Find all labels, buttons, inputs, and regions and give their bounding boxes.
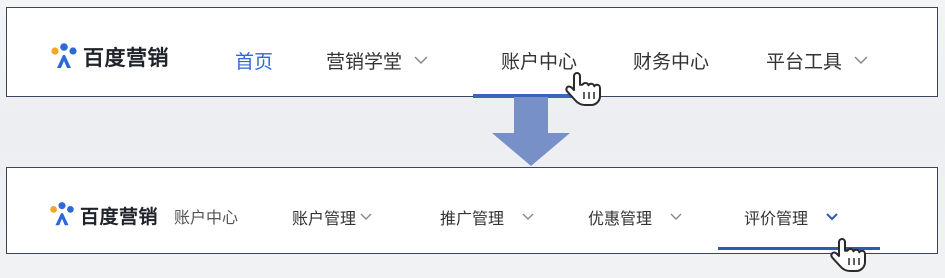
chevron-down-icon bbox=[360, 213, 372, 220]
chevron-down-icon bbox=[670, 213, 682, 220]
section-title: 账户中心 bbox=[174, 208, 239, 227]
nav-item-discount-management[interactable]: 优惠管理 bbox=[588, 205, 682, 229]
nav-item-platform-tools[interactable]: 平台工具 bbox=[766, 47, 868, 74]
baidu-marketing-logo-icon bbox=[51, 43, 77, 68]
nav-item-home[interactable]: 首页 bbox=[235, 47, 273, 74]
nav-item-label: 平台工具 bbox=[766, 51, 843, 73]
logo-text: 百度营销 bbox=[80, 205, 159, 228]
top-logo[interactable]: 百度营销 bbox=[49, 42, 169, 72]
arrow-head bbox=[492, 133, 570, 166]
nav-item-account-management[interactable]: 账户管理 bbox=[292, 205, 372, 229]
chevron-down-icon bbox=[826, 213, 838, 221]
nav-item-label: 财务中心 bbox=[633, 51, 710, 73]
nav-item-label: 优惠管理 bbox=[588, 209, 653, 228]
bottom-logo[interactable]: 百度营销 bbox=[48, 201, 158, 229]
nav-item-label: 营销学堂 bbox=[326, 51, 403, 73]
baidu-marketing-logo-icon bbox=[50, 202, 74, 226]
nav-item-finance-center[interactable]: 财务中心 bbox=[633, 47, 709, 74]
top-nav-bar: 百度营销 首页 营销学堂 账户中心 财务中心 平台工具 bbox=[6, 7, 938, 97]
hand-pointer-icon bbox=[565, 72, 601, 106]
logo-text: 百度营销 bbox=[83, 46, 169, 70]
nav-item-review-management[interactable]: 评价管理 bbox=[744, 205, 838, 229]
nav-item-promotion-management[interactable]: 推广管理 bbox=[440, 205, 534, 229]
nav-item-label: 账户管理 bbox=[292, 209, 357, 228]
nav-item-label: 推广管理 bbox=[440, 209, 505, 228]
nav-item-label: 首页 bbox=[235, 51, 274, 73]
nav-item-marketing-school[interactable]: 营销学堂 bbox=[326, 47, 428, 74]
arrow-shaft bbox=[514, 97, 548, 135]
nav-item-label: 评价管理 bbox=[744, 209, 809, 228]
chevron-down-icon bbox=[854, 56, 868, 65]
account-center-nav-bar: 百度营销 账户中心 账户管理 推广管理 优惠管理 评价管理 bbox=[6, 167, 938, 254]
hand-pointer-icon bbox=[830, 238, 866, 272]
chevron-down-icon bbox=[522, 213, 534, 220]
chevron-down-icon bbox=[414, 56, 428, 65]
